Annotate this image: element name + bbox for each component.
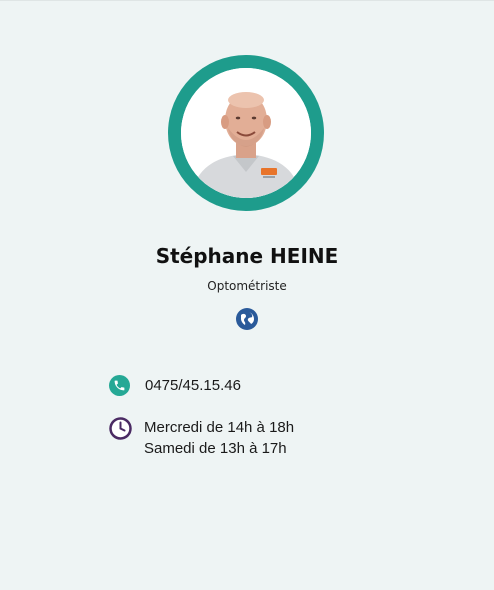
phone-row[interactable]: 0475/45.15.46 [109,374,241,396]
clock-icon [109,417,132,440]
profile-name: Stéphane HEINE [155,244,339,268]
hours-line-1: Mercredi de 14h à 18h [144,419,295,436]
avatar-ring [168,55,324,211]
hours-list: Mercredi de 14h à 18h Samedi de 13h à 17… [144,417,294,459]
hours-line-2: Samedi de 13h à 17h [144,440,287,457]
phone-icon [109,374,130,396]
globe-icon[interactable] [236,308,258,330]
avatar-photo [181,68,311,198]
top-divider [0,0,494,1]
profile-role: Optométriste [207,279,287,293]
avatar [181,68,311,198]
phone-number[interactable]: 0475/45.15.46 [145,377,241,394]
opening-hours: Mercredi de 14h à 18h Samedi de 13h à 17… [109,417,294,459]
